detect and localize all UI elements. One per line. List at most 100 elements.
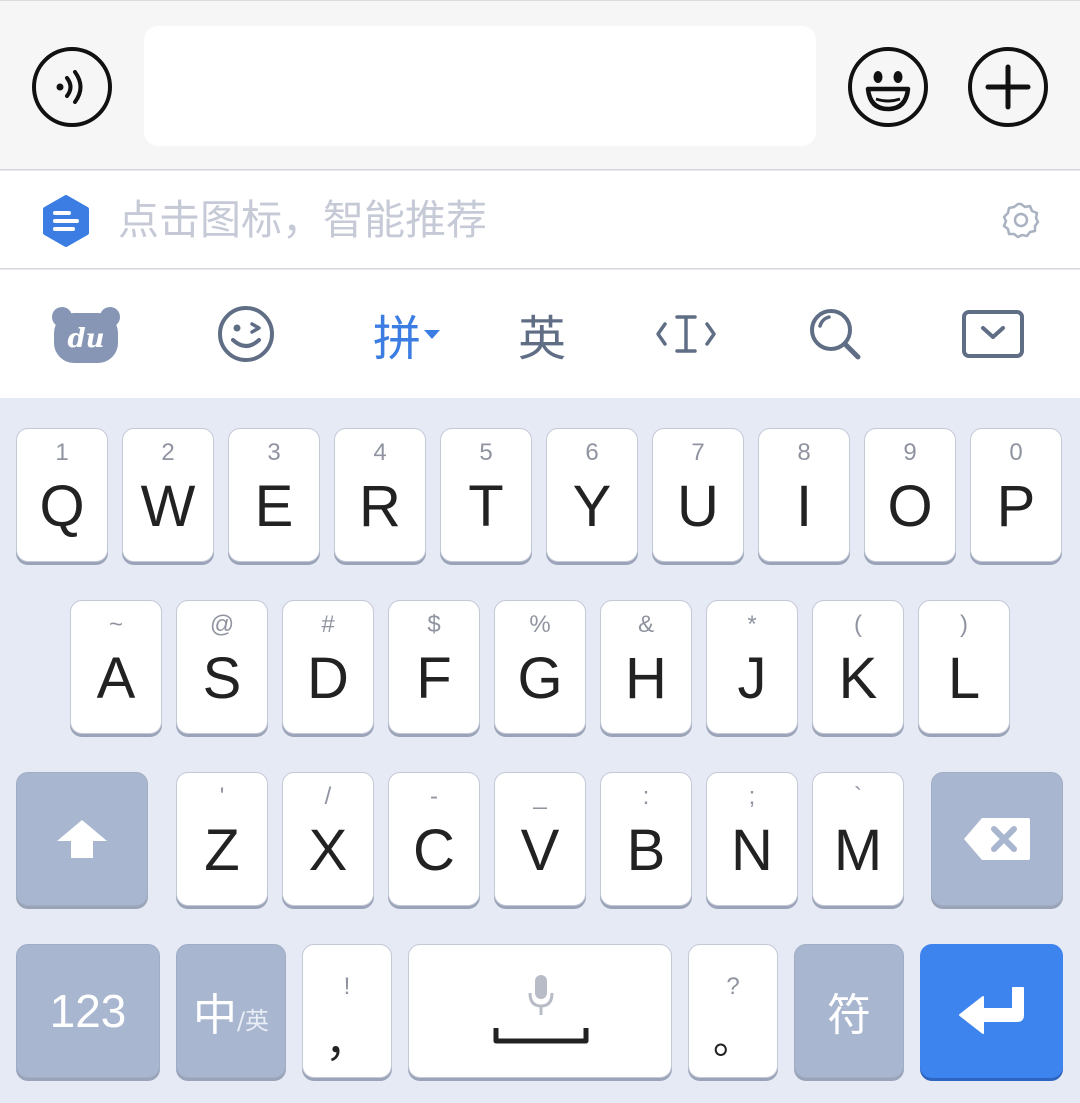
key-main-label: A <box>96 646 136 711</box>
number-mode-key[interactable]: 123 <box>16 944 160 1078</box>
key-l[interactable]: ) L <box>918 600 1010 734</box>
baidu-hex-icon <box>43 195 89 247</box>
search-icon <box>810 309 861 360</box>
symbol-label: 符 <box>827 990 871 1041</box>
shift-key[interactable] <box>16 772 148 906</box>
key-sub-label: ~ <box>108 611 123 638</box>
key-main-label: V <box>520 818 560 883</box>
key-o[interactable]: 9O <box>864 428 956 562</box>
key-sub-label: 1 <box>55 439 69 466</box>
key-sub-label: # <box>321 611 335 638</box>
du-logo-button[interactable]: du <box>48 270 124 398</box>
cursor-move-icon <box>656 315 716 353</box>
screen: 点击图标，智能推荐 du 拼 英 1 Q 2 W 3 E 4 R 5 T 6 Y… <box>0 0 1080 1103</box>
key-sub-label: ( <box>854 611 862 638</box>
key-f[interactable]: $ F <box>388 600 480 734</box>
key-main-label: P <box>996 474 1036 539</box>
key-sub-label: ` <box>854 783 862 810</box>
key-m[interactable]: ` M <box>812 772 904 906</box>
english-label: 英 <box>517 311 566 367</box>
emoji-panel-button[interactable] <box>214 270 278 398</box>
key-b[interactable]: :B <box>600 772 692 906</box>
plus-icon <box>985 64 1031 110</box>
key-sub-label: 5 <box>479 439 493 466</box>
space-key[interactable] <box>408 944 672 1078</box>
key-sub-label: 7 <box>691 439 705 466</box>
key-x[interactable]: / X <box>282 772 374 906</box>
search-button[interactable] <box>804 270 866 398</box>
key-sub-label: $ <box>427 611 441 638</box>
key-p[interactable]: 0P <box>970 428 1062 562</box>
key-main-label: Z <box>204 818 240 883</box>
key-sub-label: 4 <box>373 439 387 466</box>
key-j[interactable]: * J <box>706 600 798 734</box>
backspace-key[interactable] <box>931 772 1063 906</box>
english-mode-button[interactable]: 英 <box>510 270 574 398</box>
key-main-label: D <box>307 646 349 711</box>
key-sub-label: ; <box>748 783 756 810</box>
key-main-label: R <box>359 474 401 539</box>
key-main-label: U <box>677 474 719 539</box>
symbol-key[interactable]: 符 <box>794 944 904 1078</box>
comma-key[interactable]: ! ， <box>302 944 392 1078</box>
message-input[interactable] <box>144 26 816 146</box>
key-main-label: C <box>413 818 455 883</box>
key-main-label: H <box>625 646 667 711</box>
key-sub-label: 8 <box>797 439 811 466</box>
key-a[interactable]: ~ A <box>70 600 162 734</box>
backspace-icon <box>964 818 1030 860</box>
key-sub-label: % <box>529 611 551 638</box>
smart-recommend-button[interactable] <box>40 195 92 252</box>
key-main-label: G <box>517 646 563 711</box>
key-main-label: T <box>468 474 504 539</box>
number-mode-label: 123 <box>49 985 127 1037</box>
key-main-label: L <box>947 646 981 711</box>
du-label: du <box>67 324 104 354</box>
key-sub-label: 6 <box>585 439 599 466</box>
key-sub-label: @ <box>209 611 235 638</box>
key-g[interactable]: % G <box>494 600 586 734</box>
emoji-button[interactable] <box>848 47 928 127</box>
keyboard: 1Q2W3E4R5T6Y7U8I9O0P ~ A @ S # D $ F% G & H * J(K) L … <box>0 398 1080 1103</box>
key-main-label: J <box>737 646 767 711</box>
key-u[interactable]: 7U <box>652 428 744 562</box>
key-h[interactable]: & H <box>600 600 692 734</box>
comma-key-sub: ! <box>343 973 351 1000</box>
zh-en-switch-key[interactable]: 中/英 <box>176 944 286 1078</box>
key-k[interactable]: (K <box>812 600 904 734</box>
pinyin-mode-button[interactable]: 拼 <box>364 270 450 398</box>
voice-button[interactable] <box>32 47 112 127</box>
period-key[interactable]: ? 。 <box>688 944 778 1078</box>
key-w[interactable]: 2W <box>122 428 214 562</box>
shift-arrow-icon <box>57 820 107 858</box>
key-c[interactable]: -C <box>388 772 480 906</box>
key-sub-label: : <box>642 783 650 810</box>
key-sub-label: & <box>637 611 654 638</box>
key-main-label: Y <box>572 474 612 539</box>
key-z[interactable]: ' Z <box>176 772 268 906</box>
hide-keyboard-button[interactable] <box>960 270 1026 398</box>
key-sub-label: / <box>324 783 332 810</box>
key-q[interactable]: 1Q <box>16 428 108 562</box>
key-main-label: B <box>626 818 666 883</box>
enter-key[interactable] <box>920 944 1063 1078</box>
cursor-move-button[interactable] <box>654 270 718 398</box>
key-v[interactable]: _ V <box>494 772 586 906</box>
key-y[interactable]: 6Y <box>546 428 638 562</box>
more-button[interactable] <box>968 47 1048 127</box>
key-sub-label: * <box>747 611 757 638</box>
key-main-label: O <box>887 474 933 539</box>
key-n[interactable]: ; N <box>706 772 798 906</box>
key-t[interactable]: 5T <box>440 428 532 562</box>
ime-toolbar: du 拼 英 <box>0 270 1080 398</box>
gear-icon <box>1002 202 1040 239</box>
key-i[interactable]: 8I <box>758 428 850 562</box>
key-sub-label: _ <box>533 783 547 810</box>
settings-button[interactable] <box>1002 201 1040 244</box>
key-d[interactable]: # D <box>282 600 374 734</box>
key-s[interactable]: @ S <box>176 600 268 734</box>
key-e[interactable]: 3E <box>228 428 320 562</box>
key-r[interactable]: 4R <box>334 428 426 562</box>
key-sub-label: - <box>430 783 438 810</box>
keyboard-hide-icon <box>962 310 1024 358</box>
